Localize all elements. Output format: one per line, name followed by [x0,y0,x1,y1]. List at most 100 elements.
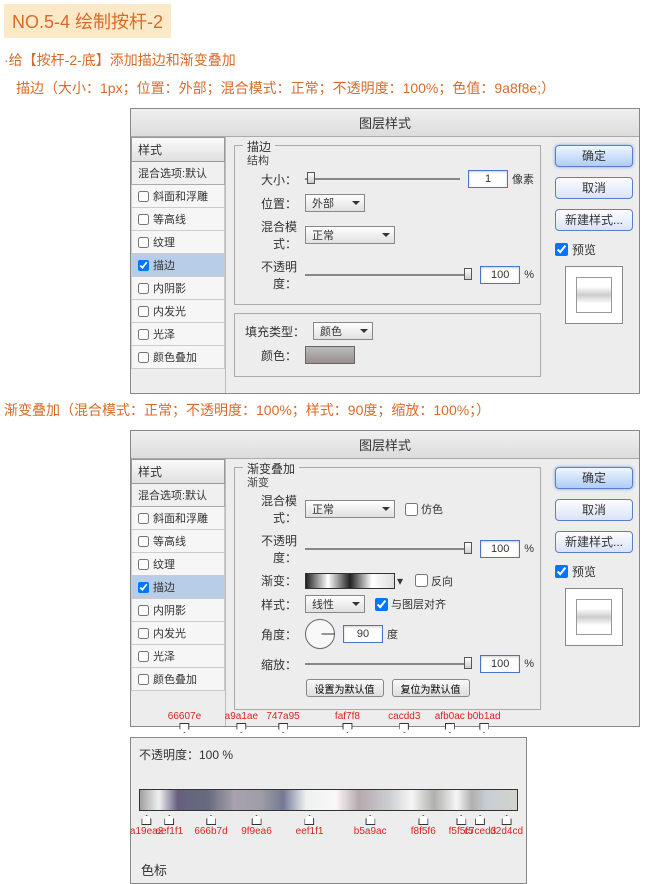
style-label: 样式： [241,596,297,613]
color-stop[interactable]: eef1f1 [296,815,324,837]
gradient-label: 渐变： [241,572,297,589]
color-stop[interactable]: 66607e [168,711,201,733]
style-item-1[interactable]: 等高线 [131,208,225,231]
scale-label: 缩放： [241,656,297,673]
style-item-6[interactable]: 光泽 [131,645,225,668]
stroke-params: 描边（大小：1px；位置：外部；混合模式：正常；不透明度：100%；色值：9a8… [16,78,653,98]
style-item-1[interactable]: 等高线 [131,530,225,553]
blend-options-default[interactable]: 混合选项:默认 [131,162,225,185]
preview-check[interactable]: 预览 [555,241,633,258]
position-select[interactable]: 外部 [305,194,365,212]
preview-check[interactable]: 预览 [555,563,633,580]
color-stop[interactable]: cacdd3 [388,711,420,733]
set-default-button[interactable]: 设置为默认值 [306,679,384,697]
align-check[interactable]: 与图层对齐 [375,596,446,612]
stroke-sub: 结构 [247,152,269,168]
style-item-2[interactable]: 纹理 [131,553,225,576]
color-label: 颜色： [241,347,297,364]
layer-style-dialog-gradient: 图层样式 样式 混合选项:默认 斜面和浮雕等高线纹理描边内阴影内发光光泽颜色叠加… [130,430,640,727]
style-select[interactable]: 线性 [305,595,365,613]
style-item-4[interactable]: 内阴影 [131,599,225,622]
color-stop[interactable]: b5a9ac [354,815,387,837]
grad-sub: 渐变 [247,474,269,490]
size-unit: 像素 [512,171,534,187]
fill-type-select[interactable]: 颜色 [313,322,373,340]
grad-params: 渐变叠加（混合模式：正常；不透明度：100%；样式：90度；缩放：100%；） [4,400,653,420]
style-item-3[interactable]: 描边 [131,254,225,277]
stroke-pane: 描边 结构 大小： 1 像素 位置： 外部 混合模式： 正常 [226,137,549,393]
size-slider[interactable] [305,174,460,184]
color-stop[interactable]: faf7f8 [335,711,360,733]
preview-box [565,266,623,324]
cancel-button[interactable]: 取消 [555,177,633,199]
opacity-slider[interactable] [305,544,472,554]
ok-button[interactable]: 确定 [555,467,633,489]
dialog-title: 图层样式 [131,431,639,459]
styles-header: 样式 [131,459,225,484]
blend-select[interactable]: 正常 [305,500,395,518]
new-style-button[interactable]: 新建样式... [555,209,633,231]
page-title: NO.5-4 绘制按杆-2 [4,4,171,38]
scale-slider[interactable] [305,659,472,669]
ok-button[interactable]: 确定 [555,145,633,167]
style-list: 样式 混合选项:默认 斜面和浮雕等高线纹理描边内阴影内发光光泽颜色叠加 [131,459,226,726]
style-item-3[interactable]: 描边 [131,576,225,599]
color-stop[interactable]: afb0ac [435,711,465,733]
style-item-6[interactable]: 光泽 [131,323,225,346]
layer-style-dialog-stroke: 图层样式 样式 混合选项:默认 斜面和浮雕等高线纹理描边内阴影内发光光泽颜色叠加… [130,108,640,394]
opacity-slider[interactable] [305,270,472,280]
angle-input[interactable]: 90 [343,625,383,643]
color-stop[interactable]: d2d4cd [490,815,523,837]
preview-box [565,588,623,646]
size-input[interactable]: 1 [468,170,508,188]
dialog-title: 图层样式 [131,109,639,137]
color-swatch[interactable] [305,346,355,364]
pct: % [524,658,534,670]
opacity-numeric: 不透明度：100 % [139,744,518,763]
color-stops-label: 色标 [141,860,167,879]
angle-unit: 度 [387,626,398,642]
color-stop[interactable]: 9f9ea6 [241,815,272,837]
color-stop[interactable]: eef1f1 [155,815,183,837]
color-stop[interactable]: 747a95 [266,711,299,733]
instruction-text: ·给【按杆-2-底】添加描边和渐变叠加 [4,50,653,70]
styles-header: 样式 [131,137,225,162]
style-list: 样式 混合选项:默认 斜面和浮雕等高线纹理描边内阴影内发光光泽颜色叠加 [131,137,226,393]
style-item-0[interactable]: 斜面和浮雕 [131,507,225,530]
reverse-check[interactable]: 反向 [415,573,453,589]
color-stop[interactable]: b0b1ad [467,711,500,733]
style-item-5[interactable]: 内发光 [131,300,225,323]
button-column: 确定 取消 新建样式... 预览 [549,137,639,393]
style-item-7[interactable]: 颜色叠加 [131,346,225,369]
gradient-bar[interactable] [139,789,518,811]
reset-default-button[interactable]: 复位为默认值 [392,679,470,697]
color-stop[interactable]: a9a1ae [225,711,258,733]
blend-select[interactable]: 正常 [305,226,395,244]
dither-check[interactable]: 仿色 [405,501,443,517]
scale-input[interactable]: 100 [480,655,520,673]
blend-options-default[interactable]: 混合选项:默认 [131,484,225,507]
color-stop[interactable]: 666b7d [194,815,227,837]
style-item-5[interactable]: 内发光 [131,622,225,645]
blend-label: 混合模式： [241,218,297,252]
opacity-input[interactable]: 100 [480,266,520,284]
gradient-pane: 渐变叠加 渐变 混合模式： 正常 仿色 不透明度： 100 % 渐变： [226,459,549,726]
new-style-button[interactable]: 新建样式... [555,531,633,553]
size-label: 大小： [241,171,297,188]
opacity-input[interactable]: 100 [480,540,520,558]
angle-dial[interactable] [305,619,335,649]
blend-label: 混合模式： [241,492,297,526]
cancel-button[interactable]: 取消 [555,499,633,521]
opacity-label: 不透明度： [241,258,297,292]
style-item-4[interactable]: 内阴影 [131,277,225,300]
position-label: 位置： [241,195,297,212]
opacity-label: 不透明度： [241,532,297,566]
angle-label: 角度： [241,626,297,643]
style-item-0[interactable]: 斜面和浮雕 [131,185,225,208]
button-column: 确定 取消 新建样式... 预览 [549,459,639,726]
gradient-preview[interactable] [305,573,395,589]
fill-type-label: 填充类型： [241,323,305,340]
color-stop[interactable]: f8f5f6 [411,815,436,837]
chevron-down-icon[interactable]: ▾ [395,574,405,588]
style-item-2[interactable]: 纹理 [131,231,225,254]
